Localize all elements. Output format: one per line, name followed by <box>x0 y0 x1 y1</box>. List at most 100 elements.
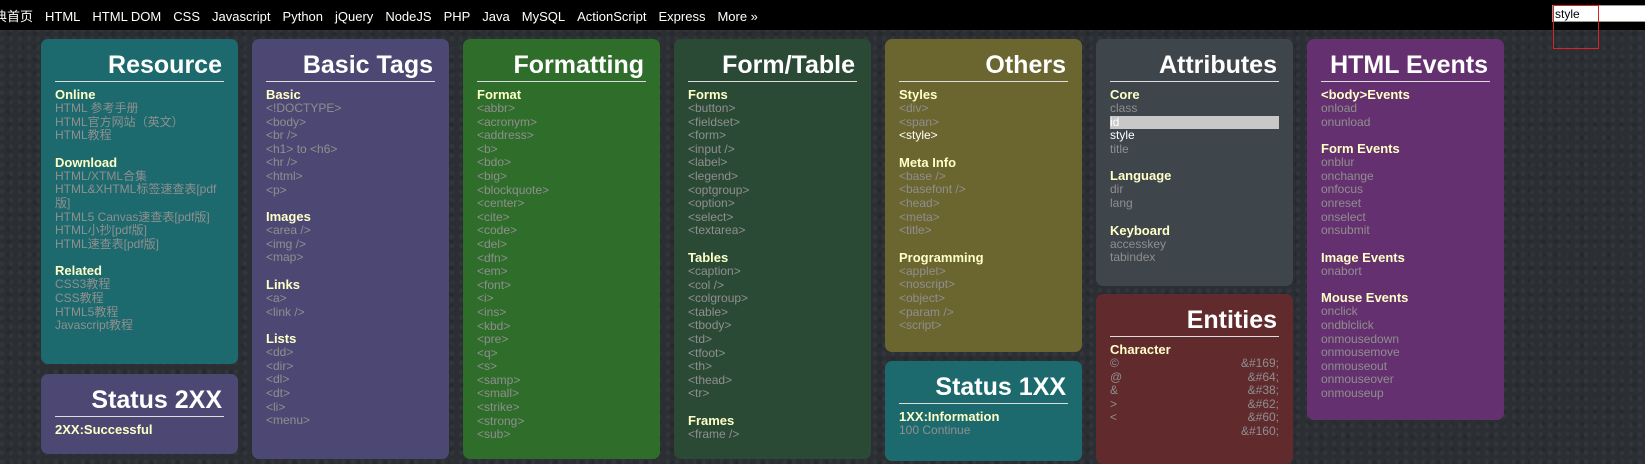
link-item[interactable]: <title> <box>899 224 1068 238</box>
link-item[interactable]: ondblclick <box>1321 319 1490 333</box>
link-item[interactable]: <input /> <box>688 143 857 157</box>
link-item[interactable]: onselect <box>1321 211 1490 225</box>
link-item[interactable]: <frame /> <box>688 428 857 442</box>
link-item[interactable]: <p> <box>266 184 435 198</box>
link-item[interactable]: <span> <box>899 116 1068 130</box>
link-item[interactable]: <dl> <box>266 373 435 387</box>
link-item[interactable]: HTML 参考手册 <box>55 102 224 116</box>
link-item[interactable]: onmouseup <box>1321 387 1490 401</box>
link-item[interactable]: <noscript> <box>899 278 1068 292</box>
link-item[interactable]: <map> <box>266 251 435 265</box>
nav-link-more[interactable]: More » <box>717 9 757 24</box>
entity-row[interactable]: & &#38; <box>1110 384 1279 398</box>
link-item[interactable]: <li> <box>266 401 435 415</box>
nav-link-mysql[interactable]: MySQL <box>522 9 565 24</box>
link-item[interactable]: dir <box>1110 183 1279 197</box>
entity-row[interactable]: @ &#64; <box>1110 371 1279 385</box>
link-item[interactable]: <blockquote> <box>477 184 646 198</box>
link-item[interactable]: <samp> <box>477 374 646 388</box>
link-item[interactable]: id <box>1110 115 1279 130</box>
link-item[interactable]: <col /> <box>688 279 857 293</box>
link-item[interactable]: class <box>1110 102 1279 116</box>
link-item[interactable]: title <box>1110 143 1279 157</box>
link-item[interactable]: HTML5教程 <box>55 306 224 320</box>
link-item[interactable]: <br /> <box>266 129 435 143</box>
link-item[interactable]: <base /> <box>899 170 1068 184</box>
link-item[interactable]: <em> <box>477 265 646 279</box>
link-item[interactable]: <select> <box>688 211 857 225</box>
link-item[interactable]: <button> <box>688 102 857 116</box>
link-item[interactable]: <thead> <box>688 374 857 388</box>
link-item[interactable]: CSS3教程 <box>55 278 224 292</box>
nav-link-html[interactable]: HTML <box>45 9 80 24</box>
link-item[interactable]: 100 Continue <box>899 424 1068 438</box>
link-item[interactable]: <bdo> <box>477 156 646 170</box>
link-item[interactable]: <abbr> <box>477 102 646 116</box>
link-item[interactable]: <basefont /> <box>899 183 1068 197</box>
link-item[interactable]: CSS教程 <box>55 292 224 306</box>
link-item[interactable]: <dd> <box>266 346 435 360</box>
link-item[interactable]: <ins> <box>477 306 646 320</box>
link-item[interactable]: <b> <box>477 143 646 157</box>
link-item[interactable]: <kbd> <box>477 320 646 334</box>
nav-link-java[interactable]: Java <box>482 9 509 24</box>
link-item[interactable]: <code> <box>477 224 646 238</box>
link-item[interactable]: onblur <box>1321 156 1490 170</box>
link-item[interactable]: onmouseover <box>1321 373 1490 387</box>
link-item[interactable]: <cite> <box>477 211 646 225</box>
link-item[interactable]: <script> <box>899 319 1068 333</box>
link-item[interactable]: onsubmit <box>1321 224 1490 238</box>
nav-link-jquery[interactable]: jQuery <box>335 9 373 24</box>
link-item[interactable]: <body> <box>266 116 435 130</box>
link-item[interactable]: onunload <box>1321 116 1490 130</box>
link-item[interactable]: HTML教程 <box>55 129 224 143</box>
link-item[interactable]: <label> <box>688 156 857 170</box>
link-item[interactable]: HTML/XTML合集 <box>55 170 224 184</box>
nav-link-nodejs[interactable]: NodeJS <box>385 9 431 24</box>
link-item[interactable]: <pre> <box>477 333 646 347</box>
nav-link-python[interactable]: Python <box>283 9 323 24</box>
link-item[interactable]: <legend> <box>688 170 857 184</box>
link-item[interactable]: <a> <box>266 292 435 306</box>
link-item[interactable]: <acronym> <box>477 116 646 130</box>
link-item[interactable]: <option> <box>688 197 857 211</box>
link-item[interactable]: <font> <box>477 279 646 293</box>
entity-row[interactable]: &#160; <box>1110 425 1279 439</box>
nav-link-express[interactable]: Express <box>658 9 705 24</box>
link-item[interactable]: <tr> <box>688 387 857 401</box>
entity-row[interactable]: < &#60; <box>1110 411 1279 425</box>
link-item[interactable]: onreset <box>1321 197 1490 211</box>
link-item[interactable]: <form> <box>688 129 857 143</box>
link-item[interactable]: <textarea> <box>688 224 857 238</box>
link-item[interactable]: <dt> <box>266 387 435 401</box>
link-item[interactable]: onmousedown <box>1321 333 1490 347</box>
nav-link-actionscript[interactable]: ActionScript <box>577 9 646 24</box>
link-item[interactable]: onchange <box>1321 170 1490 184</box>
link-item[interactable]: <div> <box>899 102 1068 116</box>
link-item[interactable]: <tbody> <box>688 319 857 333</box>
link-item[interactable]: HTML5 Canvas速查表[pdf版] <box>55 211 224 225</box>
link-item[interactable]: onmousemove <box>1321 346 1490 360</box>
link-item[interactable]: <param /> <box>899 306 1068 320</box>
link-item[interactable]: <optgroup> <box>688 184 857 198</box>
link-item[interactable]: <td> <box>688 333 857 347</box>
link-item[interactable]: onabort <box>1321 265 1490 279</box>
link-item[interactable]: HTML官方网站（英文） <box>55 116 224 130</box>
link-item[interactable]: <sub> <box>477 428 646 442</box>
link-item[interactable]: <h1> to <h6> <box>266 143 435 157</box>
link-item[interactable]: <th> <box>688 360 857 374</box>
link-item[interactable]: <q> <box>477 347 646 361</box>
link-item[interactable]: style <box>1110 129 1279 143</box>
link-item[interactable]: <style> <box>899 129 1068 143</box>
link-item[interactable]: tabindex <box>1110 251 1279 265</box>
link-item[interactable]: accesskey <box>1110 238 1279 252</box>
link-item[interactable]: 版] <box>55 197 224 211</box>
link-item[interactable]: lang <box>1110 197 1279 211</box>
link-item[interactable]: <strike> <box>477 401 646 415</box>
link-item[interactable]: onmouseout <box>1321 360 1490 374</box>
link-item[interactable]: <img /> <box>266 238 435 252</box>
link-item[interactable]: <s> <box>477 360 646 374</box>
link-item[interactable]: <object> <box>899 292 1068 306</box>
link-item[interactable]: <table> <box>688 306 857 320</box>
link-item[interactable]: <center> <box>477 197 646 211</box>
